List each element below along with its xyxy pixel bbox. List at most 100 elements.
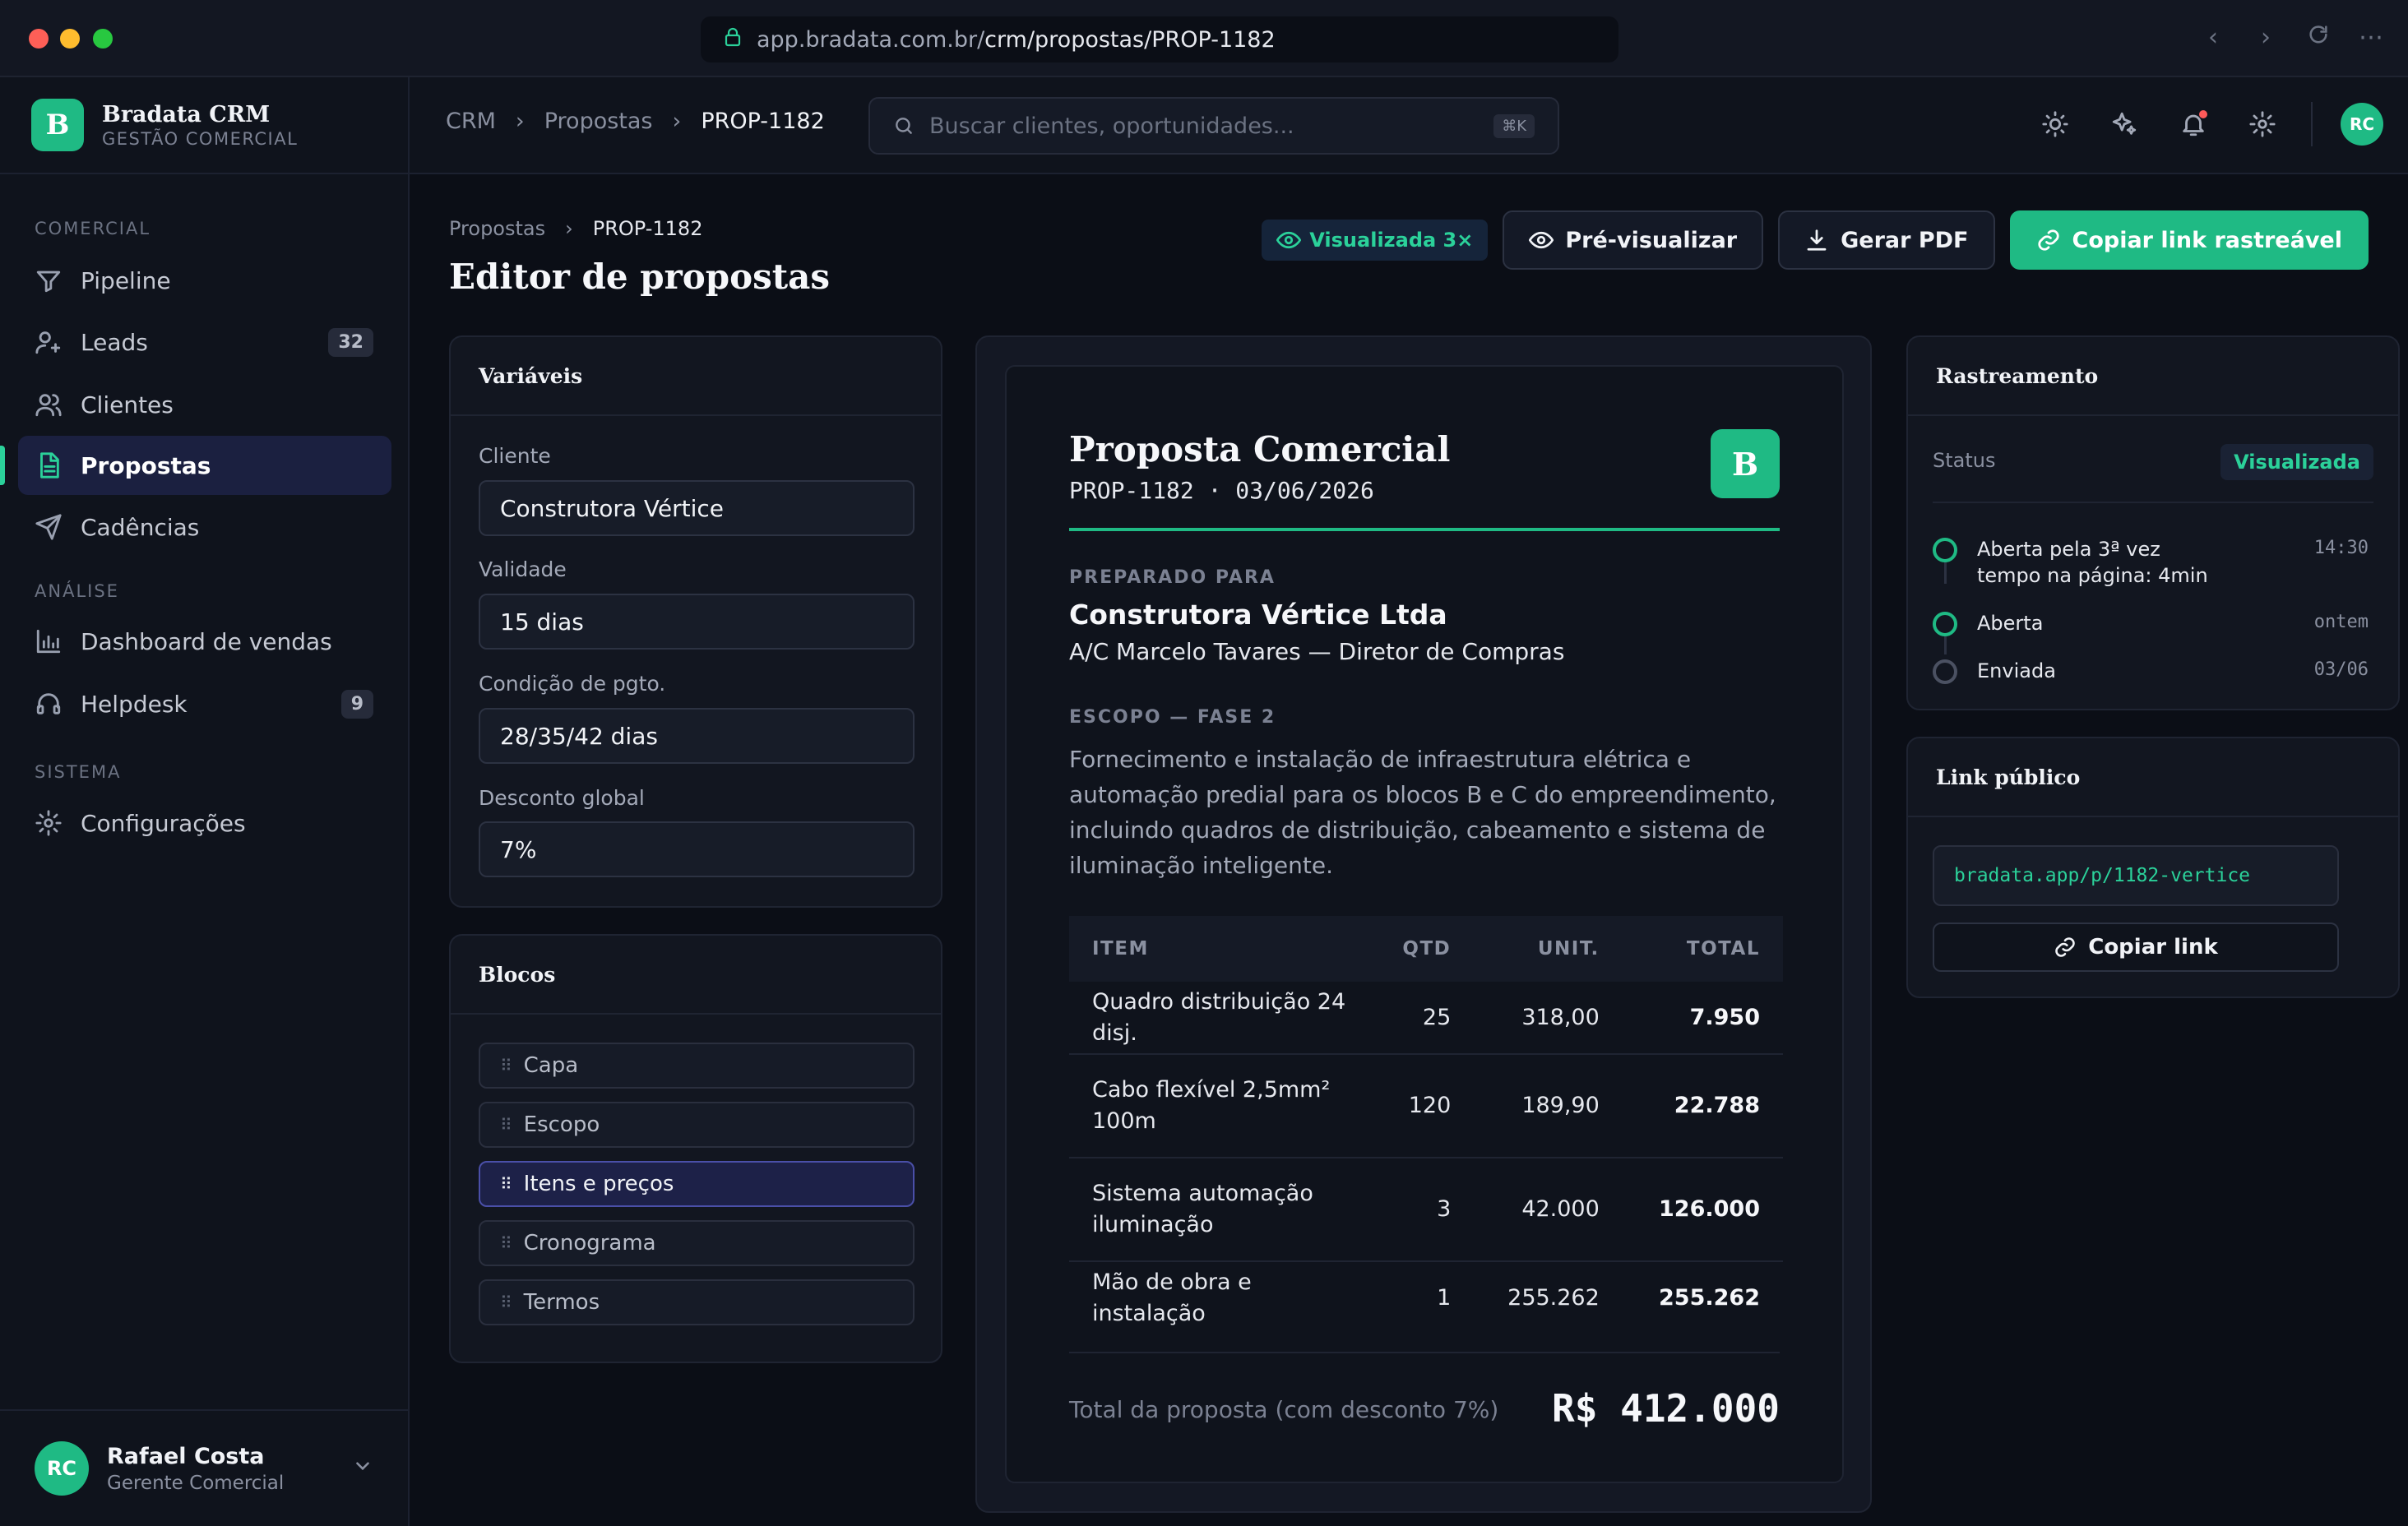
block-item-escopo[interactable]: ⠿ Escopo	[479, 1102, 915, 1148]
search-shortcut: ⌘K	[1493, 113, 1535, 138]
section-label: ESCOPO — FASE 2	[1069, 707, 1276, 728]
brand-name: Bradata CRM	[102, 101, 271, 127]
divider	[1933, 502, 2373, 503]
divider	[1069, 528, 1780, 531]
sidebar-item-helpdesk[interactable]: Helpdesk 9	[18, 674, 391, 733]
eye-icon	[1529, 231, 1554, 249]
drag-handle-icon[interactable]: ⠿	[500, 1056, 512, 1075]
views-label: Visualizada 3×	[1309, 229, 1474, 252]
total-label: Total da proposta (com desconto 7%)	[1069, 1396, 1499, 1423]
search-placeholder: Buscar clientes, oportunidades...	[929, 113, 1294, 139]
discount-field[interactable]: 7%	[479, 821, 915, 877]
table-header-row: ITEM QTD UNIT. TOTAL	[1069, 916, 1783, 982]
address-bar[interactable]: app.bradata.com.br/crm/propostas/PROP-11…	[701, 16, 1618, 62]
blocks-card: Blocos ⠿ Capa ⠿ Escopo ⠿ Itens e preços …	[449, 934, 942, 1363]
sidebar-item-configuracoes[interactable]: Configurações	[18, 793, 391, 853]
forward-icon[interactable]: ›	[2253, 23, 2278, 53]
chevron-right-icon: ›	[672, 109, 682, 134]
url-host: app.bradata.com.br/	[757, 26, 985, 53]
chevron-down-icon[interactable]	[352, 1455, 373, 1482]
block-item-itens[interactable]: ⠿ Itens e preços	[479, 1161, 915, 1207]
item-unit: 189,90	[1474, 1054, 1623, 1158]
url-path: crm/propostas/PROP-1182	[984, 26, 1276, 53]
section-label: PREPARADO PARA	[1069, 567, 1276, 588]
copy-link-button[interactable]: Copiar link	[1933, 923, 2339, 972]
variables-card: Variáveis Cliente Construtora Vértice Va…	[449, 335, 942, 908]
search-input[interactable]: Buscar clientes, oportunidades... ⌘K	[868, 97, 1559, 155]
drag-handle-icon[interactable]: ⠿	[500, 1233, 512, 1253]
filter-icon	[36, 271, 61, 293]
payment-terms-field[interactable]: 28/35/42 dias	[479, 708, 915, 764]
validity-field[interactable]: 15 dias	[479, 594, 915, 650]
breadcrumb-propostas[interactable]: Propostas	[544, 109, 653, 134]
sidebar-item-cadencias[interactable]: Cadências	[18, 497, 391, 557]
sidebar-item-clientes[interactable]: Clientes	[18, 375, 391, 434]
sidebar-item-label: Clientes	[81, 391, 174, 418]
column-header: UNIT.	[1474, 916, 1623, 982]
block-item-cronograma[interactable]: ⠿ Cronograma	[479, 1220, 915, 1266]
block-label: Termos	[523, 1290, 600, 1315]
table-row: Cabo flexível 2,5mm² 100m 120 189,90 22.…	[1069, 1054, 1783, 1158]
copy-tracked-link-button[interactable]: Copiar link rastreável	[2009, 210, 2369, 270]
sidebar-item-propostas[interactable]: Propostas	[18, 436, 391, 495]
nav-section-title: ANÁLISE	[35, 581, 119, 601]
drag-handle-icon[interactable]: ⠿	[500, 1115, 512, 1135]
avatar: RC	[35, 1441, 89, 1496]
copy-tracked-link-label: Copiar link rastreável	[2072, 227, 2343, 253]
minimize-window-button[interactable]	[60, 29, 80, 49]
avatar[interactable]: RC	[2341, 103, 2383, 146]
client-contact: A/C Marcelo Tavares — Diretor de Compras	[1069, 638, 1565, 665]
drag-handle-icon[interactable]: ⠿	[500, 1292, 512, 1312]
item-total: 255.262	[1659, 1284, 1760, 1311]
breadcrumb-propostas[interactable]: Propostas	[449, 217, 545, 240]
nav-section-title: COMERCIAL	[35, 219, 151, 238]
drag-handle-icon[interactable]: ⠿	[500, 1174, 512, 1194]
event-time: 14:30	[2313, 538, 2369, 558]
leads-count-badge: 32	[328, 327, 373, 357]
notifications-button[interactable]	[2173, 104, 2214, 145]
scope-text: Fornecimento e instalação de infraestrut…	[1069, 746, 1776, 879]
document-icon	[40, 452, 59, 479]
theme-toggle-button[interactable]	[2035, 104, 2076, 145]
ai-assistant-button[interactable]	[2104, 104, 2145, 145]
chevron-right-icon: ›	[515, 109, 525, 134]
back-icon[interactable]: ‹	[2201, 23, 2225, 53]
user-menu[interactable]: RC Rafael Costa Gerente Comercial	[0, 1409, 408, 1526]
table-row: Quadro distribuição 24 disj. 25 318,00 7…	[1069, 982, 1783, 1055]
sidebar-item-pipeline[interactable]: Pipeline	[18, 251, 391, 310]
lock-icon	[724, 27, 742, 53]
link-icon	[2055, 937, 2076, 957]
card-title: Blocos	[451, 936, 941, 1015]
reload-icon[interactable]	[2306, 23, 2331, 53]
breadcrumb-crm[interactable]: CRM	[446, 109, 496, 134]
proposal-document: Proposta Comercial PROP-1182 · 03/06/202…	[1005, 365, 1844, 1483]
block-item-capa[interactable]: ⠿ Capa	[479, 1043, 915, 1089]
maximize-window-button[interactable]	[93, 29, 113, 49]
generate-pdf-label: Gerar PDF	[1841, 227, 1969, 253]
settings-button[interactable]	[2242, 104, 2283, 145]
item-unit: 318,00	[1474, 982, 1623, 1055]
event-text: Aberta pela 3ª vez	[1977, 538, 2160, 561]
client-field[interactable]: Construtora Vértice	[479, 480, 915, 536]
table-row: Sistema automação iluminação 3 42.000 12…	[1069, 1158, 1783, 1262]
copy-link-label: Copiar link	[2088, 935, 2218, 960]
generate-pdf-button[interactable]: Gerar PDF	[1778, 210, 1995, 270]
status-badge: Visualizada	[2220, 444, 2373, 480]
event-time: 03/06	[2313, 659, 2369, 680]
sidebar-item-leads[interactable]: Leads 32	[18, 312, 391, 372]
close-window-button[interactable]	[29, 29, 49, 49]
sidebar-item-dashboard[interactable]: Dashboard de vendas	[18, 612, 391, 671]
notification-dot	[2199, 110, 2207, 118]
public-link-field[interactable]: bradata.app/p/1182-vertice	[1933, 845, 2339, 906]
block-item-termos[interactable]: ⠿ Termos	[479, 1279, 915, 1325]
preview-button[interactable]: Pré-visualizar	[1503, 210, 1764, 270]
more-icon[interactable]: ⋯	[2359, 23, 2383, 53]
field-label: Validade	[479, 557, 567, 581]
brand[interactable]: B Bradata CRM GESTÃO COMERCIAL	[0, 77, 408, 174]
block-label: Cronograma	[523, 1231, 656, 1255]
item-qtd: 25	[1382, 982, 1475, 1055]
block-label: Escopo	[523, 1112, 600, 1137]
item-total: 22.788	[1622, 1054, 1783, 1158]
breadcrumb: CRM › Propostas › PROP-1182	[446, 109, 825, 134]
page-breadcrumb: Propostas › PROP-1182	[449, 217, 702, 240]
